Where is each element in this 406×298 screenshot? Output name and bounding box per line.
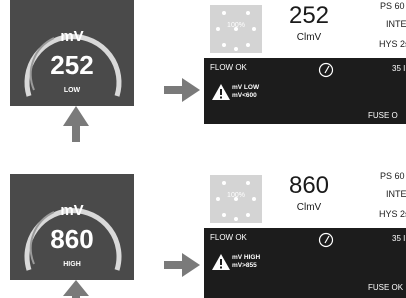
led-ring: 100% — [210, 175, 262, 223]
panel-status-area: FLOW OK 35 I mV HIGH mV>855 FUSE OK — [204, 228, 406, 298]
fuse-status: FUSE OK — [368, 283, 404, 292]
reading-value: 860 — [288, 172, 330, 199]
reading-value: 252 — [288, 2, 330, 29]
panel-header: 100% 252 ClmV PS 60 INTEL HYS 2s — [204, 0, 406, 58]
config-line-2: INTEL — [386, 189, 406, 199]
bottom-value: 35 I — [392, 64, 406, 73]
led-ring: 100% — [210, 5, 262, 53]
reading-unit: ClmV — [296, 32, 322, 43]
display-panel-high: 100% 860 ClmV PS 60 INTEL HYS 2s FLOW OK… — [204, 170, 406, 298]
warning-icon — [212, 254, 230, 270]
gauge-status: HIGH — [63, 261, 81, 268]
config-line-3: HYS 2s — [379, 209, 406, 219]
panel-header: 100% 860 ClmV PS 60 INTEL HYS 2s — [204, 170, 406, 228]
led-label: 100% — [227, 22, 245, 29]
alarm-line-1: mV LOW — [232, 84, 260, 91]
alarm-line-2: mV<600 — [232, 92, 257, 99]
config-line-1: PS 60 — [380, 1, 405, 11]
dial-icon — [318, 62, 334, 78]
right-arrow-icon — [164, 78, 200, 102]
up-arrow-icon — [63, 106, 89, 142]
gauge-unit: mV — [60, 28, 84, 45]
dial-icon — [318, 232, 334, 248]
right-arrow-icon — [164, 253, 200, 277]
led-ring-icon — [216, 11, 256, 51]
flow-status: FLOW OK — [210, 63, 247, 72]
fuse-status: FUSE O — [368, 111, 398, 120]
warning-icon — [212, 84, 230, 100]
gauge-unit: mV — [60, 202, 84, 219]
config-line-1: PS 60 — [380, 171, 405, 181]
config-line-2: INTEL — [386, 19, 406, 29]
gauge-tile-low: mV 252 LOW — [10, 0, 134, 106]
flow-status: FLOW OK — [210, 233, 247, 242]
gauge-status: LOW — [63, 87, 81, 94]
alarm-line-1: mV HIGH — [232, 254, 261, 261]
config-line-3: HYS 2s — [379, 39, 406, 49]
gauge-value: 860 — [50, 224, 94, 254]
alarm-line-2: mV>855 — [232, 262, 257, 269]
display-panel-low: 100% 252 ClmV PS 60 INTEL HYS 2s FLOW OK… — [204, 0, 406, 124]
panel-status-area: FLOW OK 35 I mV LOW mV<600 FUSE O — [204, 58, 406, 124]
reading-unit: ClmV — [296, 202, 322, 213]
up-arrow-icon — [63, 280, 89, 298]
gauge-value: 252 — [50, 50, 94, 80]
led-ring-icon — [216, 181, 256, 221]
led-label: 100% — [227, 192, 245, 199]
gauge-tile-high: mV 860 HIGH — [10, 174, 134, 280]
bottom-value: 35 I — [392, 234, 406, 243]
